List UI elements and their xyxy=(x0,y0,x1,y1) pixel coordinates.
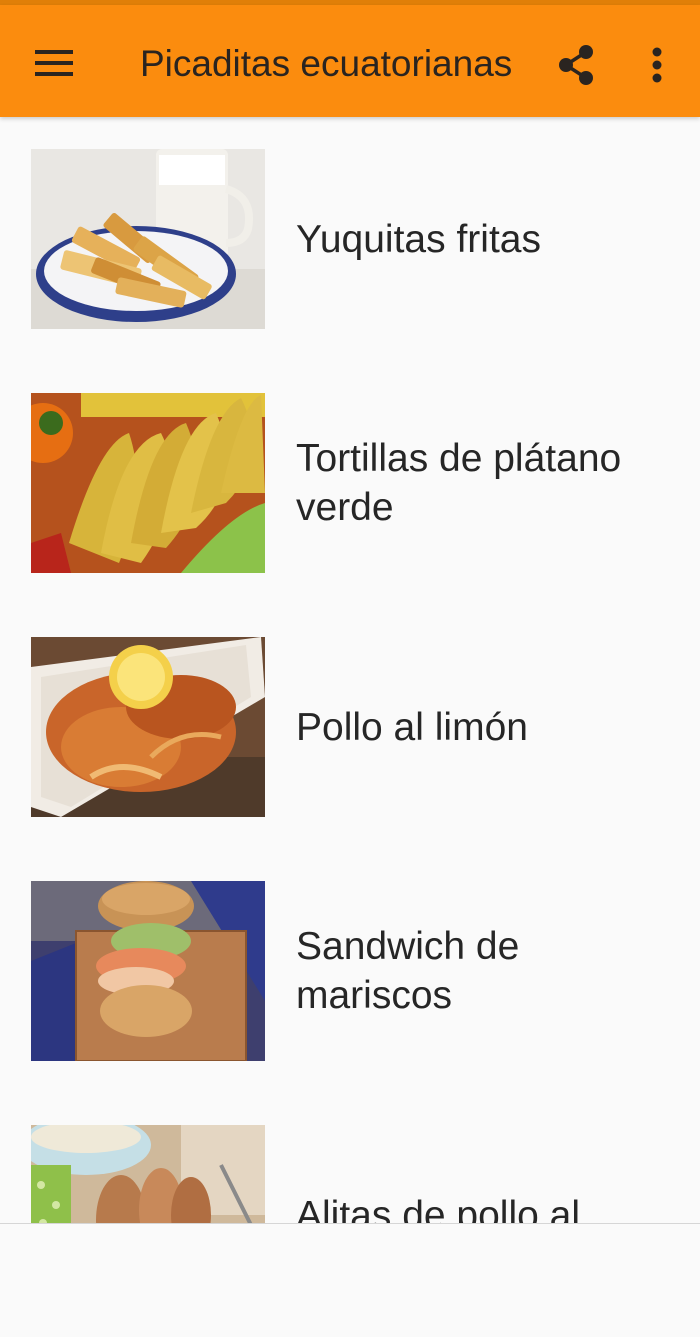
app-bar: Picaditas ecuatorianas xyxy=(0,5,700,117)
chicken-wings-photo xyxy=(31,1125,265,1223)
recipe-title: Tortillas de plátano verde xyxy=(296,437,622,529)
menu-button[interactable] xyxy=(22,33,86,93)
seafood-sandwich-photo xyxy=(31,881,265,1061)
fried-cassava-photo xyxy=(31,149,265,329)
recipe-title: Yuquitas fritas xyxy=(296,217,541,261)
hamburger-menu-icon xyxy=(35,50,73,76)
recipe-thumbnail xyxy=(31,881,265,1061)
recipe-thumbnail xyxy=(31,393,265,573)
green-plantain-tortillas-photo xyxy=(31,393,265,573)
more-options-button[interactable] xyxy=(630,35,684,95)
recipe-title: Sandwich de mariscos xyxy=(296,925,520,1017)
recipe-list-item[interactable]: Alitas de pollo al xyxy=(0,1093,700,1223)
lemon-chicken-photo xyxy=(31,637,265,817)
recipe-thumbnail xyxy=(31,637,265,817)
recipe-thumbnail xyxy=(31,149,265,329)
share-icon xyxy=(559,45,593,85)
bottom-ad-area xyxy=(0,1223,700,1337)
recipe-title: Alitas de pollo al xyxy=(296,1193,581,1224)
recipe-thumbnail xyxy=(31,1125,265,1223)
recipe-list-item[interactable]: Sandwich de mariscos xyxy=(0,849,700,1093)
recipe-list-item[interactable]: Pollo al limón xyxy=(0,605,700,849)
recipe-list-item[interactable]: Yuquitas fritas xyxy=(0,117,700,361)
more-vert-icon xyxy=(652,47,662,83)
share-button[interactable] xyxy=(548,35,604,95)
app-title: Picaditas ecuatorianas xyxy=(140,43,513,84)
recipe-title: Pollo al limón xyxy=(296,705,528,749)
recipe-list[interactable]: Yuquitas fritas Tortillas de plátano ver… xyxy=(0,117,700,1223)
recipe-list-item[interactable]: Tortillas de plátano verde xyxy=(0,361,700,605)
